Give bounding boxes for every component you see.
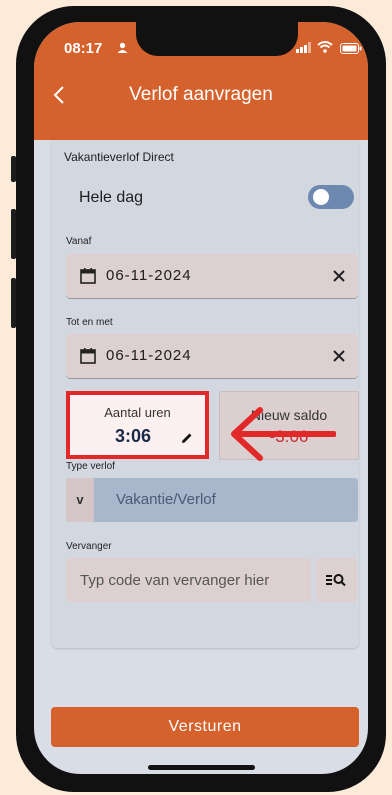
substitute-input[interactable]: Typ code van vervanger hier: [66, 558, 311, 602]
until-label: Tot en met: [66, 317, 113, 328]
pencil-icon[interactable]: [181, 432, 193, 444]
whole-day-toggle[interactable]: [308, 185, 354, 209]
clear-icon[interactable]: [332, 269, 346, 283]
page-title: Verlof aanvragen: [129, 84, 273, 105]
until-date-field[interactable]: 06-11-2024: [66, 334, 358, 379]
leave-type-value: Vakantie/Verlof: [116, 491, 216, 508]
leave-type-select[interactable]: v Vakantie/Verlof: [66, 478, 358, 522]
toggle-knob: [313, 189, 329, 205]
signal-icon: [296, 42, 311, 53]
status-time: 08:17: [64, 40, 103, 57]
search-list-button[interactable]: [316, 558, 357, 602]
leave-type-label: Type verlof: [66, 461, 115, 472]
hours-box[interactable]: Aantal uren 3:06: [66, 391, 209, 459]
from-date-value: 06-11-2024: [106, 267, 192, 284]
search-list-icon: [326, 574, 346, 587]
notch: [136, 22, 298, 56]
hours-label: Aantal uren: [104, 405, 171, 420]
until-date-value: 06-11-2024: [106, 347, 192, 364]
whole-day-label: Hele dag: [79, 189, 144, 206]
form-section-title: Vakantieverlof Direct: [64, 150, 174, 164]
substitute-placeholder: Typ code van vervanger hier: [80, 572, 270, 589]
hours-value: 3:06: [115, 426, 152, 446]
substitute-label: Vervanger: [66, 541, 112, 552]
leave-type-prefix: v: [66, 478, 94, 522]
calendar-icon: [80, 348, 96, 364]
from-label: Vanaf: [66, 236, 92, 247]
app-header: 08:17 Verlof aanvragen: [34, 22, 368, 140]
home-indicator: [148, 765, 255, 770]
red-arrow-annotation: [231, 407, 336, 461]
battery-icon: [340, 43, 362, 54]
clear-icon[interactable]: [332, 349, 346, 363]
wifi-icon: [317, 41, 333, 53]
submit-button[interactable]: Versturen: [51, 707, 359, 747]
calendar-icon: [80, 268, 96, 284]
from-date-field[interactable]: 06-11-2024: [66, 254, 358, 299]
app-screen: 08:17 Verlof aanvragen Vakantieverlof Di: [34, 22, 368, 774]
person-icon: [117, 42, 128, 53]
